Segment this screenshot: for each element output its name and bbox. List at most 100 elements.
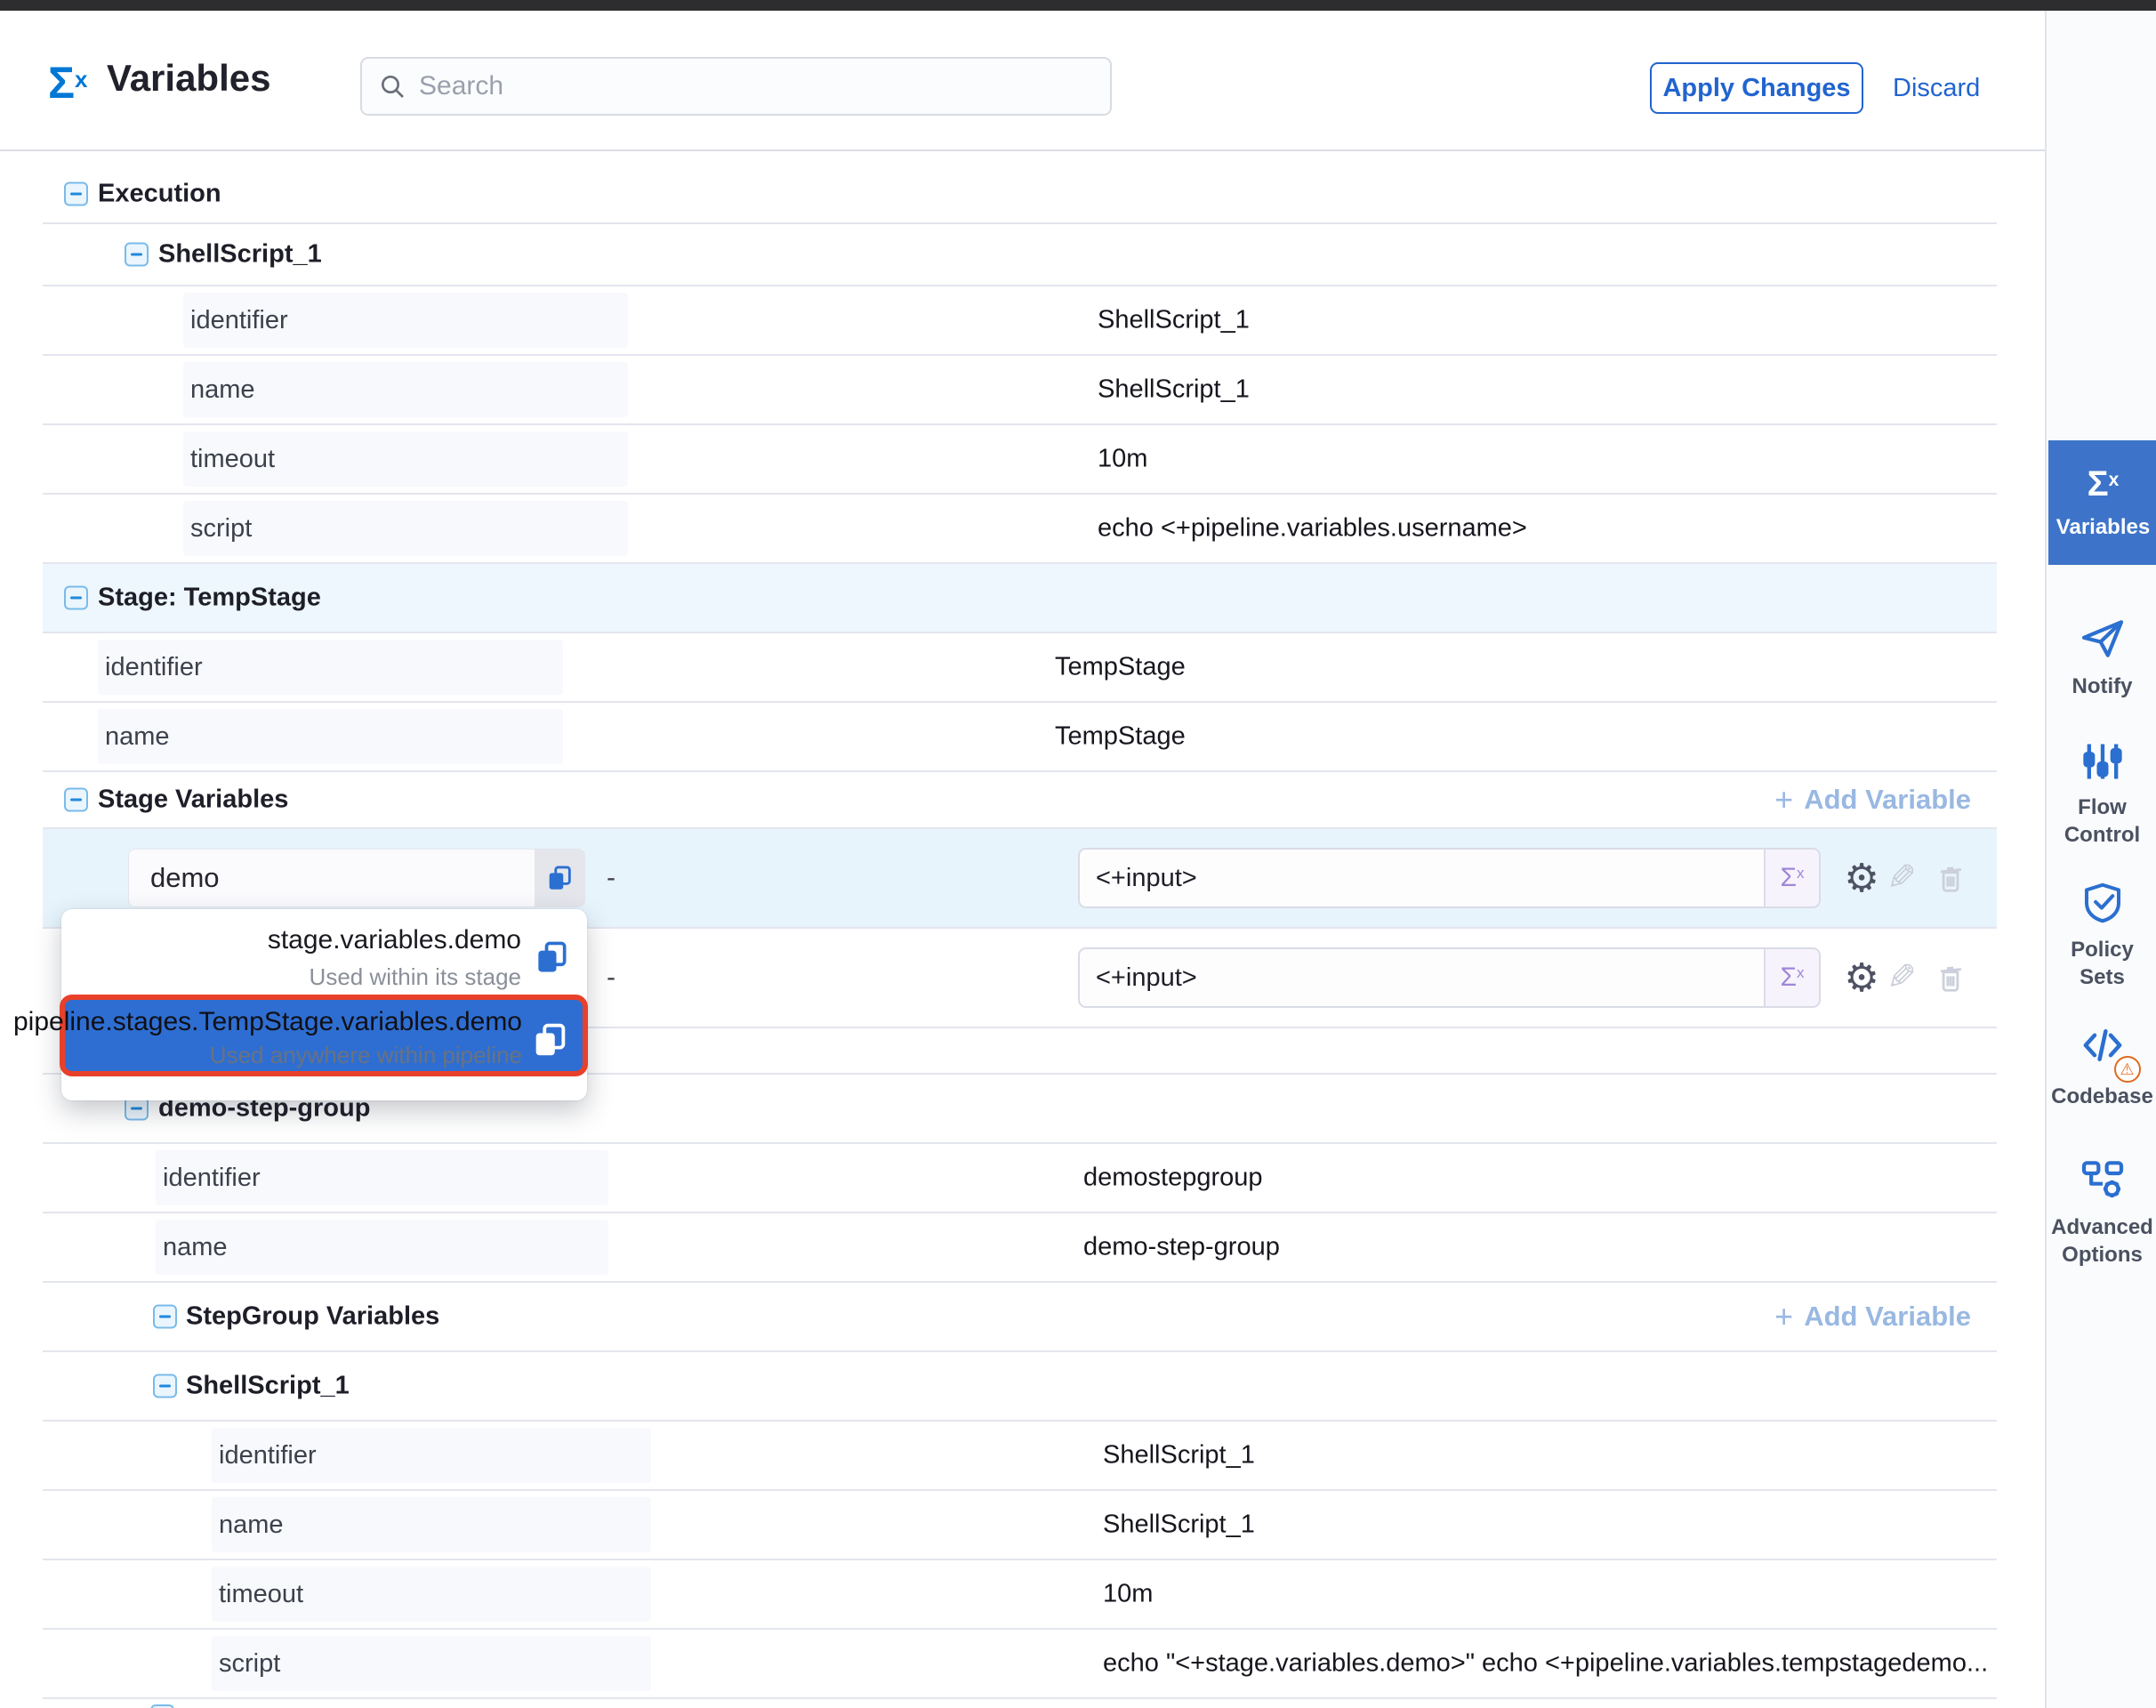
settings-gear-icon[interactable]: ⚙: [1841, 957, 1882, 998]
field-row: identifier TempStage: [43, 633, 1997, 703]
field-row: name demo-step-group: [43, 1213, 1997, 1283]
section-label: Stage Variables: [98, 786, 288, 815]
field-label: identifier: [183, 293, 628, 348]
search-input[interactable]: [419, 71, 1094, 101]
delete-trash-icon[interactable]: [1930, 957, 1971, 998]
section-stage-tempstage[interactable]: Stage: TempStage: [43, 564, 1997, 633]
section-shellscript[interactable]: ShellScript_1: [43, 224, 1997, 286]
section-label: Stage: TempStage: [98, 584, 321, 613]
field-label: script: [212, 1636, 651, 1691]
field-row: timeout 10m: [43, 1560, 1997, 1630]
field-value: ShellScript_1: [1098, 306, 1250, 335]
apply-changes-button[interactable]: Apply Changes: [1650, 62, 1863, 114]
field-row: script echo "<+stage.variables.demo>" ec…: [43, 1630, 1997, 1699]
expression-scope-hint: Used within its stage: [310, 963, 521, 991]
section-label: ShellScript_1: [186, 1372, 350, 1401]
field-value: TempStage: [1055, 722, 1186, 752]
field-value: 10m: [1098, 445, 1147, 474]
field-label: identifier: [98, 640, 563, 695]
field-label: name: [156, 1220, 608, 1275]
add-variable-button[interactable]: +Add Variable: [1774, 781, 1971, 818]
sidebar-item-policy-sets[interactable]: Policy Sets: [2047, 879, 2156, 991]
field-value: echo "<+stage.variables.demo>" echo <+pi…: [1103, 1649, 1988, 1679]
expression-option-highlighted[interactable]: pipeline.stages.TempStage.variables.demo…: [60, 995, 588, 1076]
collapse-icon[interactable]: [150, 1704, 174, 1708]
variable-name-input[interactable]: [129, 850, 535, 906]
collapse-icon[interactable]: [153, 1305, 177, 1329]
sidebar-item-codebase[interactable]: ⚠ Codebase: [2047, 1021, 2156, 1110]
code-icon: ⚠: [2079, 1021, 2127, 1074]
delete-trash-icon[interactable]: [1930, 858, 1971, 898]
variable-name-field[interactable]: [128, 849, 585, 907]
field-label: name: [212, 1497, 651, 1552]
section-stepgroup-variables[interactable]: StepGroup Variables +Add Variable: [43, 1283, 1997, 1352]
expression-toggle-button[interactable]: Σx: [1764, 949, 1819, 1006]
panel-header: Σx Variables Apply Changes Discard: [0, 11, 2045, 151]
collapse-icon[interactable]: [153, 1374, 177, 1398]
variable-scope: -: [607, 963, 615, 993]
sliders-icon: [2080, 738, 2126, 785]
copy-button[interactable]: [535, 850, 584, 906]
copy-button[interactable]: [529, 1019, 570, 1065]
top-bar: [0, 0, 2156, 11]
sidebar-item-notify[interactable]: Notify: [2047, 614, 2156, 700]
copy-button[interactable]: [532, 938, 571, 981]
section-nested-shellscript[interactable]: ShellScript_1: [43, 1352, 1997, 1422]
plus-icon: +: [1774, 1298, 1793, 1335]
collapse-icon[interactable]: [64, 586, 88, 610]
expression-toggle-button[interactable]: Σx: [1764, 850, 1819, 906]
settings-gear-icon[interactable]: ⚙: [1841, 858, 1882, 898]
variables-sigma-icon: Σx: [2088, 464, 2120, 504]
expression-option[interactable]: stage.variables.demo Used within its sta…: [61, 909, 587, 995]
section-stage-variables[interactable]: Stage Variables +Add Variable: [43, 772, 1997, 829]
section-execution[interactable]: Execution: [43, 165, 1997, 224]
field-value: demostepgroup: [1083, 1164, 1263, 1193]
sidebar-item-flow-control[interactable]: Flow Control: [2047, 738, 2156, 849]
add-variable-button[interactable]: +Add Variable: [1774, 1298, 1971, 1335]
field-value: ShellScript_1: [1103, 1511, 1255, 1540]
section-label: StepGroup Variables: [186, 1302, 439, 1332]
discard-button[interactable]: Discard: [1893, 62, 1980, 114]
flowchart-gear-icon: [2078, 1155, 2128, 1204]
field-value: ShellScript_1: [1103, 1441, 1255, 1470]
field-label: name: [98, 709, 563, 764]
copy-icon: [532, 938, 571, 977]
page-title: Variables: [107, 57, 270, 100]
field-row: identifier ShellScript_1: [43, 286, 1997, 356]
section-label: Execution: [98, 180, 221, 209]
field-row: identifier demostepgroup: [43, 1144, 1997, 1213]
sidebar-item-advanced-options[interactable]: Advanced Options: [2047, 1155, 2156, 1269]
expression-scope-hint: Used anywhere within pipeline: [210, 1042, 522, 1069]
variable-value-field[interactable]: <+input> Σx: [1078, 848, 1821, 908]
copy-icon: [544, 863, 575, 893]
search-box[interactable]: [360, 57, 1112, 116]
edit-pencil-icon[interactable]: ✎: [1881, 858, 1922, 898]
variable-value: <+input>: [1080, 963, 1764, 993]
warning-icon: ⚠: [2114, 1056, 2141, 1083]
collapse-icon[interactable]: [125, 243, 149, 267]
field-value: 10m: [1103, 1580, 1153, 1609]
field-label: identifier: [156, 1150, 608, 1205]
section-label: ShellScript_1: [158, 240, 322, 270]
collapse-icon[interactable]: [64, 182, 88, 206]
variable-expression-popup: stage.variables.demo Used within its sta…: [61, 909, 587, 1100]
paper-plane-icon: [2078, 614, 2128, 664]
field-label: identifier: [212, 1428, 651, 1483]
field-label: script: [183, 501, 628, 556]
collapse-icon[interactable]: [64, 788, 88, 812]
right-sidebar: Σx Variables Notify Flow Control Policy …: [2045, 11, 2156, 1708]
field-label: timeout: [183, 431, 628, 487]
sidebar-item-variables[interactable]: Σx Variables: [2048, 440, 2156, 565]
copy-icon: [529, 1019, 570, 1060]
variable-value-field[interactable]: <+input> Σx: [1078, 947, 1821, 1008]
search-icon: [378, 72, 406, 101]
field-value: ShellScript_1: [1098, 375, 1250, 405]
field-row: script echo <+pipeline.variables.usernam…: [43, 495, 1997, 564]
field-label: timeout: [212, 1567, 651, 1622]
plus-icon: +: [1774, 781, 1793, 818]
expression-text: pipeline.stages.TempStage.variables.demo: [13, 1007, 522, 1037]
expression-text: stage.variables.demo: [268, 925, 521, 955]
variable-scope: -: [607, 863, 615, 893]
edit-pencil-icon[interactable]: ✎: [1881, 957, 1922, 998]
pipeline-variables-panel: Σx Variables Apply Changes Discard Execu…: [0, 0, 2156, 1708]
